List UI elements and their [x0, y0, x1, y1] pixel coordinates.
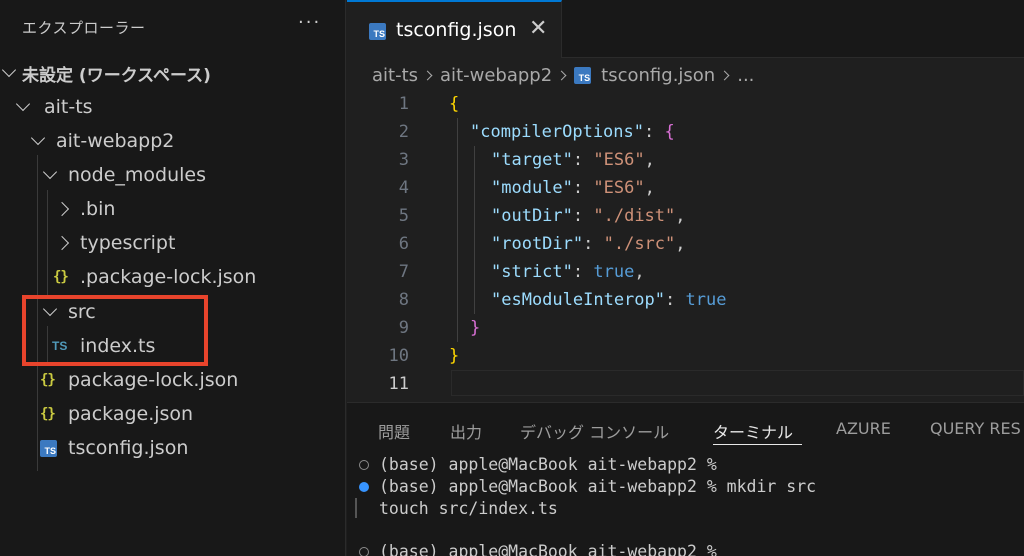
code-line: "strict": true, — [491, 262, 645, 282]
chevron-down-icon — [30, 130, 46, 148]
breadcrumb-item[interactable]: tsconfig.json — [601, 65, 715, 86]
line-number: 3 — [398, 150, 409, 170]
workspace-root[interactable]: 未設定 (ワークスペース) — [0, 56, 345, 90]
json-file-icon: {} — [40, 372, 56, 388]
command-marker — [355, 498, 357, 518]
line-number: 11 — [388, 374, 409, 394]
line-number: 7 — [398, 262, 409, 282]
tab-tsconfig-json[interactable]: TS tsconfig.json ✕ — [347, 0, 562, 58]
line-number: 5 — [398, 206, 409, 226]
code-editor[interactable]: 1 2 3 4 5 6 7 8 9 10 11 { "compilerOptio… — [347, 90, 1024, 400]
code-line: } — [470, 318, 481, 338]
tab-azure[interactable]: AZURE — [836, 419, 891, 438]
terminal-line: (base) apple@MacBook ait-webapp2 % mkdir… — [379, 477, 817, 496]
tree-item-label: tsconfig.json — [68, 437, 189, 459]
breadcrumb-item[interactable]: ait-webapp2 — [440, 65, 552, 86]
code-line: } — [449, 346, 460, 366]
workspace-label: 未設定 (ワークスペース) — [22, 65, 211, 86]
code-line: "target": "ES6", — [491, 150, 655, 170]
code-line: "module": "ES6", — [491, 178, 655, 198]
tab-terminal[interactable]: ターミナル — [713, 419, 793, 443]
chevron-right-icon — [54, 235, 70, 251]
tree-item-label: package.json — [68, 403, 194, 425]
line-number: 2 — [398, 122, 409, 142]
chevron-right-icon — [54, 201, 70, 217]
json-file-icon: {} — [40, 406, 56, 422]
command-status-icon — [359, 482, 369, 492]
tab-problems[interactable]: 問題 — [378, 419, 410, 443]
tab-output[interactable]: 出力 — [450, 419, 482, 443]
editor-tab-bar: TS tsconfig.json ✕ — [347, 0, 1024, 58]
code-line: { — [449, 94, 460, 114]
highlight-box — [22, 295, 208, 366]
line-number: 8 — [398, 290, 409, 310]
tree-item-node-modules[interactable]: node_modules — [0, 158, 345, 192]
tree-item-label: .bin — [80, 198, 116, 220]
bottom-panel: 問題 出力 デバッグ コンソール ターミナル AZURE QUERY RES (… — [347, 402, 1024, 556]
breadcrumb: ait-ts ait-webapp2 TS tsconfig.json ... — [372, 63, 754, 87]
tab-query-results[interactable]: QUERY RES — [930, 419, 1021, 438]
chevron-right-icon — [719, 70, 730, 80]
chevron-right-icon — [556, 70, 567, 80]
tree-item-ait-webapp2[interactable]: ait-webapp2 — [0, 124, 345, 158]
tree-item-package-json[interactable]: {} package.json — [0, 397, 345, 431]
terminal-line: (base) apple@MacBook ait-webapp2 % — [379, 455, 717, 474]
tab-title: tsconfig.json — [396, 19, 517, 41]
terminal-line: (base) apple@MacBook ait-webapp2 % — [379, 542, 717, 556]
command-status-icon — [359, 547, 369, 556]
tree-item-tsconfig-json[interactable]: TS tsconfig.json — [0, 431, 345, 465]
tsconfig-file-icon: TS — [369, 23, 386, 40]
current-line-highlight — [451, 370, 1024, 396]
tree-item-label: ait-webapp2 — [56, 130, 175, 152]
tab-debug-console[interactable]: デバッグ コンソール — [520, 419, 669, 443]
code-line: "esModuleInterop": true — [491, 290, 727, 310]
tree-item-label: ait-ts — [44, 96, 93, 118]
active-tab-indicator — [713, 444, 802, 445]
code-line: "compilerOptions": { — [470, 122, 675, 142]
command-status-icon — [359, 460, 369, 470]
explorer-sidebar: エクスプローラー ··· 未設定 (ワークスペース) ait-ts ait-we… — [0, 0, 346, 556]
more-actions-icon[interactable]: ··· — [298, 12, 321, 33]
tree-item-dot-package-lock-json[interactable]: {} .package-lock.json — [0, 260, 345, 294]
tsconfig-file-icon: TS — [40, 440, 57, 457]
chevron-down-icon — [15, 96, 31, 114]
line-number: 6 — [398, 234, 409, 254]
code-line: "outDir": "./dist", — [491, 206, 686, 226]
breadcrumb-item[interactable]: ... — [737, 65, 754, 86]
tree-item-bin[interactable]: .bin — [0, 192, 345, 226]
terminal-line: touch src/index.ts — [379, 499, 558, 518]
tree-item-label: node_modules — [68, 164, 207, 186]
line-number: 9 — [398, 318, 409, 338]
tsconfig-file-icon: TS — [574, 66, 592, 84]
line-number: 1 — [398, 94, 409, 114]
line-number: 4 — [398, 178, 409, 198]
indent-guide — [457, 118, 458, 342]
close-icon[interactable]: ✕ — [529, 16, 547, 41]
tree-item-package-lock-json[interactable]: {} package-lock.json — [0, 363, 345, 397]
chevron-down-icon — [1, 62, 17, 80]
explorer-title: エクスプローラー — [22, 19, 146, 37]
chevron-down-icon — [42, 164, 58, 182]
tree-item-ait-ts[interactable]: ait-ts — [0, 90, 345, 124]
breadcrumb-item[interactable]: ait-ts — [372, 65, 418, 86]
tree-item-label: .package-lock.json — [80, 266, 257, 288]
tree-item-label: package-lock.json — [68, 369, 239, 391]
tree-item-typescript[interactable]: typescript — [0, 226, 345, 260]
code-line: "rootDir": "./src", — [491, 234, 686, 254]
line-number: 10 — [388, 346, 409, 366]
indent-guide — [474, 146, 475, 314]
json-file-icon: {} — [53, 269, 69, 285]
tree-item-label: typescript — [80, 232, 176, 254]
chevron-right-icon — [422, 70, 433, 80]
